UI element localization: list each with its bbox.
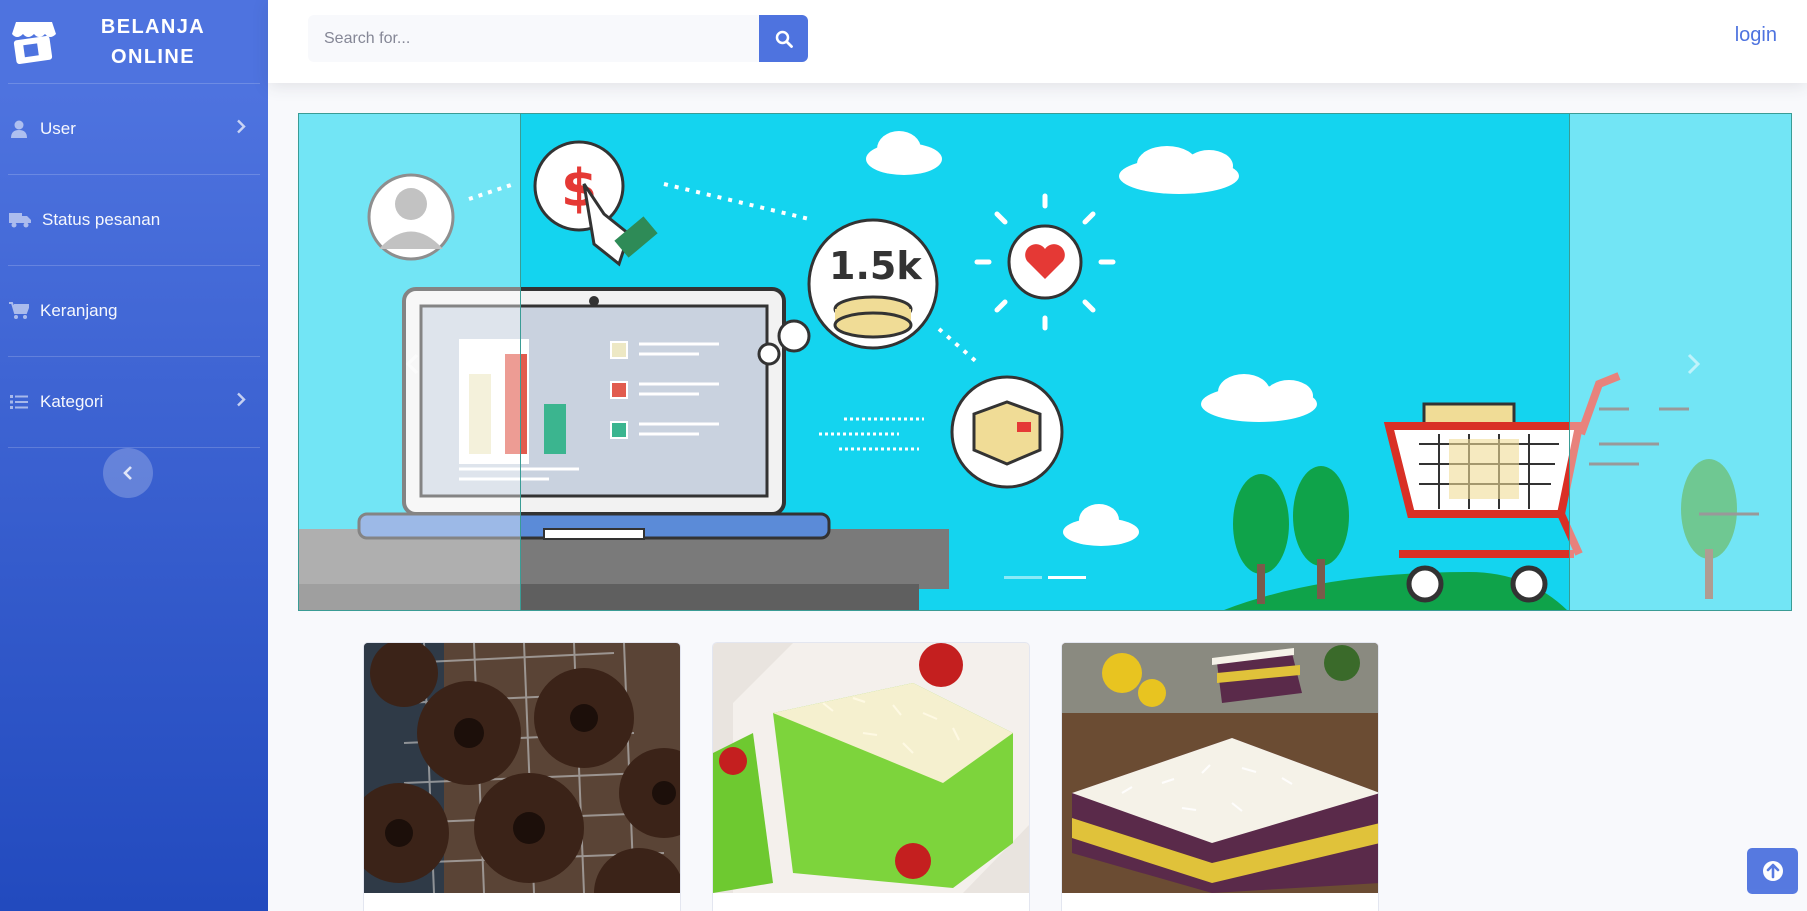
carousel-indicator-2[interactable] xyxy=(1048,576,1086,579)
sidebar-item-status-pesanan[interactable]: Status pesanan xyxy=(0,175,268,265)
product-image-green-pandan-cake xyxy=(713,643,1029,893)
product-image-chocolate-donuts xyxy=(364,643,680,893)
store-logo-icon xyxy=(12,21,56,64)
chevron-right-icon xyxy=(236,119,246,139)
sidebar: BELANJA ONLINE User Status pesanan Keran… xyxy=(0,0,268,911)
banner-1-5k-text: 1.5k xyxy=(829,244,922,288)
sidebar-item-keranjang[interactable]: Keranjang xyxy=(0,266,268,356)
brand[interactable]: BELANJA ONLINE xyxy=(0,0,268,83)
search-input[interactable] xyxy=(308,15,759,62)
brand-title: BELANJA ONLINE xyxy=(100,15,206,68)
truck-icon xyxy=(8,209,32,231)
product-image-purple-layer-cake xyxy=(1062,643,1378,893)
scroll-to-top-button[interactable] xyxy=(1747,848,1798,894)
sidebar-item-user[interactable]: User xyxy=(0,84,268,174)
carousel-indicators xyxy=(1004,576,1086,579)
sidebar-item-label: Status pesanan xyxy=(42,210,161,229)
sidebar-item-kategori[interactable]: Kategori xyxy=(0,357,268,447)
sidebar-toggle-button[interactable] xyxy=(103,448,153,498)
user-icon xyxy=(8,118,30,140)
search-icon xyxy=(775,30,793,48)
chevron-right-icon xyxy=(236,392,246,412)
chevron-right-icon xyxy=(1687,353,1701,375)
carousel-indicator-1[interactable] xyxy=(1004,576,1042,579)
login-link[interactable]: login xyxy=(1735,24,1777,47)
arrow-up-circle-icon xyxy=(1762,861,1783,881)
chevron-left-icon xyxy=(405,353,419,375)
chevron-left-icon xyxy=(123,466,132,480)
product-card[interactable] xyxy=(363,642,681,911)
topbar: login xyxy=(268,0,1807,83)
cart-icon xyxy=(8,300,30,322)
product-card[interactable] xyxy=(1061,642,1379,911)
carousel-prev-button[interactable] xyxy=(397,349,427,379)
search-form xyxy=(308,15,808,62)
carousel-next-button[interactable] xyxy=(1679,349,1709,379)
list-icon xyxy=(8,391,30,413)
sidebar-item-label: User xyxy=(40,119,76,138)
promo-carousel: $ 1.5k xyxy=(298,113,1792,611)
product-card[interactable] xyxy=(712,642,1030,911)
sidebar-item-label: Keranjang xyxy=(40,301,118,320)
sidebar-item-label: Kategori xyxy=(40,392,104,411)
search-button[interactable] xyxy=(759,15,808,62)
